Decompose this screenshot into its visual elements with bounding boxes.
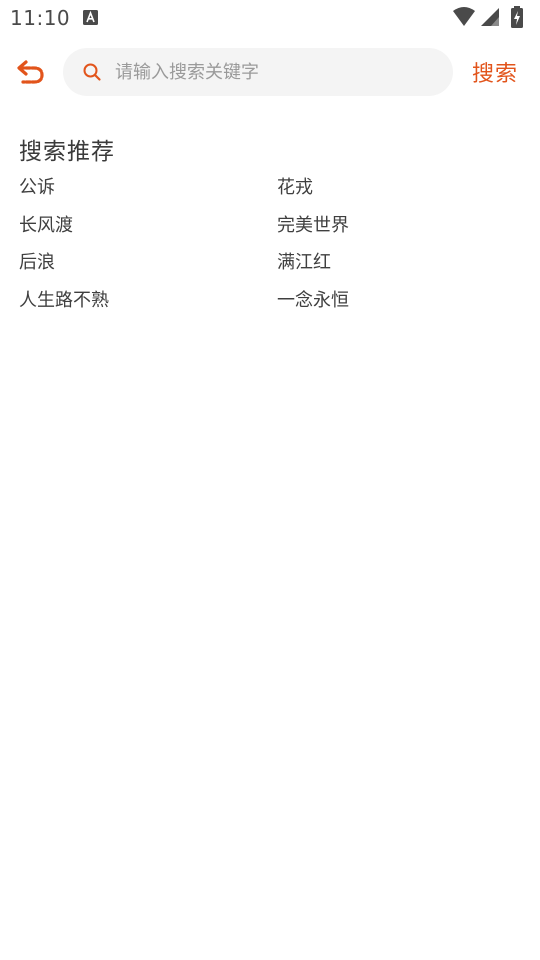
search-input[interactable]	[115, 48, 435, 96]
search-icon	[83, 63, 101, 81]
battery-charging-icon	[511, 6, 523, 28]
back-arrow-icon[interactable]	[14, 58, 48, 86]
recommend-item[interactable]: 公诉	[19, 172, 277, 210]
recommend-item[interactable]: 满江红	[277, 247, 519, 285]
search-box[interactable]	[63, 48, 453, 96]
recommend-list: 公诉 花戎 长风渡 完美世界 后浪 满江红 人生路不熟 一念永恒	[19, 172, 519, 322]
wifi-icon	[453, 7, 475, 26]
status-bar: 11:10	[0, 0, 540, 36]
recommend-item[interactable]: 长风渡	[19, 210, 277, 248]
search-button[interactable]: 搜索	[472, 56, 518, 88]
recommend-item[interactable]: 人生路不熟	[19, 285, 277, 323]
section-title-recommend: 搜索推荐	[19, 139, 115, 165]
a-icon	[83, 10, 98, 25]
recommend-item[interactable]: 完美世界	[277, 210, 519, 248]
status-icons	[452, 6, 532, 28]
recommend-item[interactable]: 后浪	[19, 247, 277, 285]
recommend-item[interactable]: 花戎	[277, 172, 519, 210]
search-header: 搜索	[0, 46, 540, 98]
signal-icon	[481, 8, 499, 26]
recommend-item[interactable]: 一念永恒	[277, 285, 519, 323]
status-time: 11:10	[10, 6, 71, 30]
